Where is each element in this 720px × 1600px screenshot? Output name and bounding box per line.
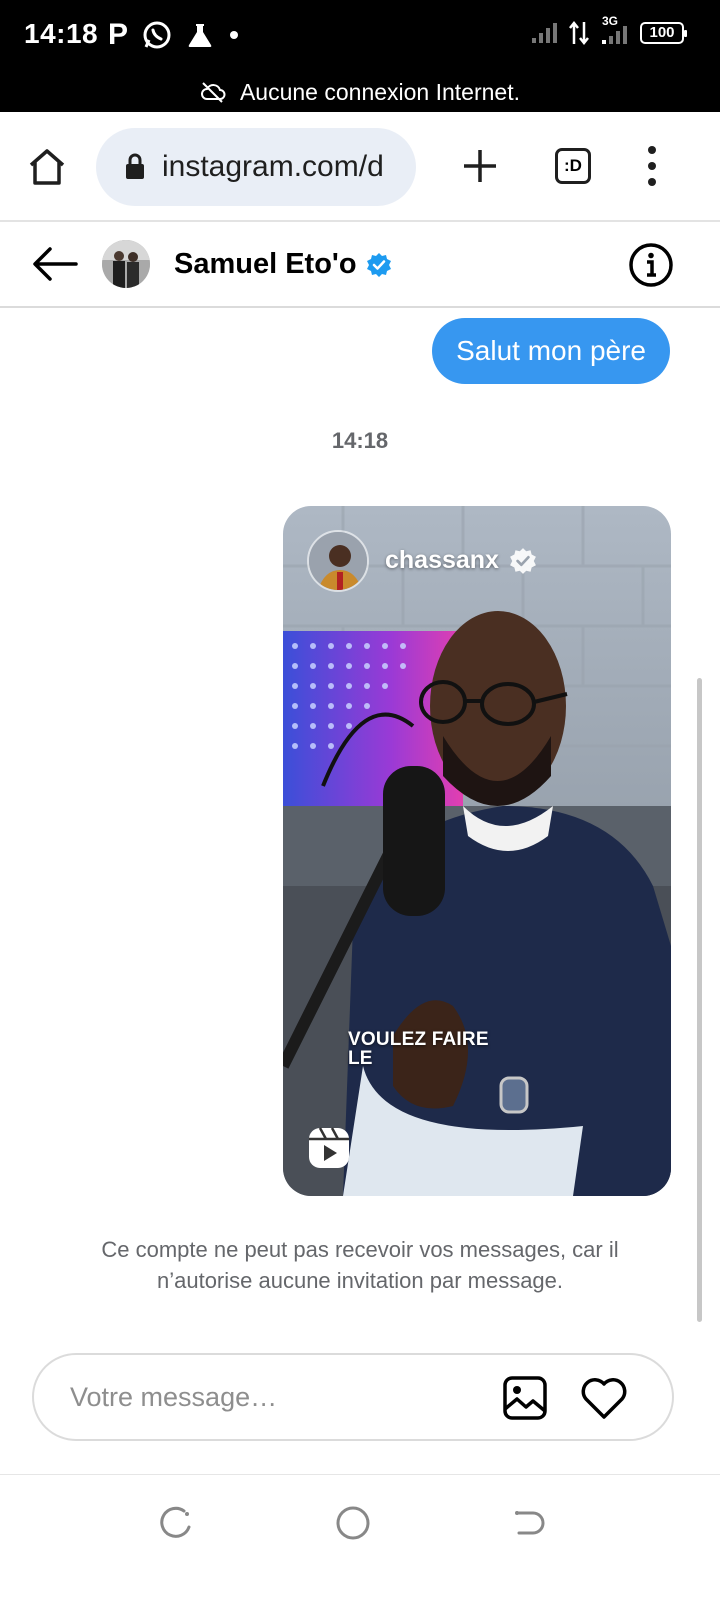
battery-indicator: 100 — [640, 22, 687, 44]
reel-caption-line: VOULEZ FAIRE — [348, 1029, 489, 1050]
scrollbar[interactable] — [697, 678, 702, 1322]
home-nav-icon[interactable] — [335, 1505, 371, 1541]
gallery-icon[interactable] — [502, 1375, 548, 1421]
whatsapp-icon — [143, 21, 171, 49]
offline-banner: Aucune connexion Internet. — [0, 72, 720, 112]
info-icon[interactable] — [628, 242, 674, 288]
reel-author-avatar — [307, 530, 369, 592]
back-arrow-icon[interactable] — [30, 244, 78, 284]
lock-icon — [126, 153, 144, 179]
offline-message: Aucune connexion Internet. — [239, 78, 521, 105]
status-bar: 14:18 P 3G 100 Aucune connexion Internet… — [0, 0, 720, 112]
back-nav-icon[interactable] — [511, 1505, 547, 1541]
messaging-restricted-notice: Ce compte ne peut pas recevoir vos messa… — [101, 1237, 619, 1293]
reel-caption-line: LE — [348, 1048, 373, 1069]
signal-icon — [532, 23, 557, 43]
notification-icons: P — [108, 18, 240, 52]
contact-name[interactable]: Samuel Eto'o — [174, 248, 357, 281]
verified-badge-icon — [367, 253, 391, 277]
reels-play-icon — [309, 1127, 349, 1168]
chat-header: Samuel Eto'o — [0, 222, 720, 308]
heart-icon[interactable] — [580, 1375, 628, 1421]
system-nav-bar — [0, 1474, 720, 1600]
dot-icon — [230, 31, 239, 39]
p-app-icon: P — [108, 18, 129, 51]
reel-caption: VOULEZ FAIRE LE — [348, 1030, 489, 1068]
outgoing-message-bubble[interactable]: Salut mon père — [432, 318, 670, 384]
recents-icon[interactable] — [158, 1505, 194, 1541]
message-composer — [32, 1353, 674, 1441]
message-input[interactable] — [70, 1377, 470, 1417]
message-timestamp: 14:18 — [331, 428, 389, 453]
message-thread: Salut mon père 14:18 chassanx VOULEZ FAI… — [0, 308, 720, 1348]
new-tab-icon[interactable] — [460, 146, 500, 186]
reel-username: chassanx — [385, 546, 499, 574]
network-3g-signal: 3G — [598, 14, 632, 46]
system-icons: 3G 100 — [530, 14, 687, 46]
status-time: 14:18 — [24, 18, 99, 49]
tab-switcher-button[interactable]: :D — [555, 148, 591, 184]
browser-toolbar: instagram.com/d :D — [0, 112, 720, 222]
cloud-off-icon — [201, 82, 226, 103]
reel-verified-icon — [510, 548, 536, 574]
url-text: instagram.com/d — [162, 150, 384, 183]
address-bar[interactable]: instagram.com/d — [96, 128, 416, 206]
flask-icon — [188, 24, 212, 47]
signal-weak-icon — [602, 26, 627, 44]
more-menu-icon[interactable] — [640, 142, 664, 190]
data-transfer-icon — [569, 20, 589, 46]
shared-reel-card[interactable]: chassanx VOULEZ FAIRE LE — [283, 506, 671, 1196]
home-icon[interactable] — [26, 146, 68, 188]
reel-thumbnail — [283, 506, 671, 1196]
contact-avatar[interactable] — [102, 240, 150, 288]
